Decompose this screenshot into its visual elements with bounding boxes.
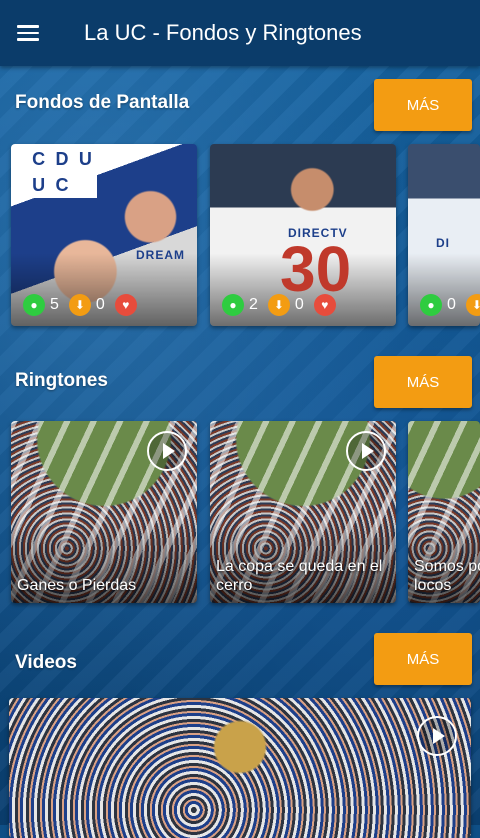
- video-card[interactable]: [9, 698, 471, 838]
- play-icon[interactable]: [147, 431, 187, 471]
- heart-icon[interactable]: ♥: [313, 294, 336, 316]
- wallpaper-stats: ● 0 ⬇: [420, 294, 480, 316]
- ringtone-title: La copa se queda en el cerro: [216, 558, 383, 594]
- wallpaper-card[interactable]: C D U U C DREAM ● 5 ⬇ 0 ♥: [11, 144, 197, 326]
- club-crest: C D U U C: [27, 146, 97, 198]
- videos-more-button[interactable]: MÁS: [374, 633, 472, 685]
- ringtone-card[interactable]: Somos pocos locos: [408, 421, 480, 603]
- ringtone-card[interactable]: Ganes o Pierdas: [11, 421, 197, 603]
- jersey-sponsor: DI: [436, 236, 450, 250]
- downloads-count: 0: [294, 296, 304, 313]
- download-icon[interactable]: ⬇: [267, 294, 290, 316]
- views-count: 5: [50, 296, 59, 313]
- app-bar: La UC - Fondos y Ringtones: [0, 0, 480, 66]
- ringtones-more-button[interactable]: MÁS: [374, 356, 472, 408]
- eye-icon: ●: [23, 294, 45, 316]
- jersey-sponsor: DREAM: [136, 248, 185, 262]
- wallpapers-section-title: Fondos de Pantalla: [15, 92, 190, 113]
- app-title: La UC - Fondos y Ringtones: [84, 20, 362, 45]
- heart-icon[interactable]: ♥: [114, 294, 137, 316]
- wallpaper-card[interactable]: DI ● 0 ⬇: [408, 144, 480, 326]
- ringtone-card[interactable]: La copa se queda en el cerro: [210, 421, 396, 603]
- play-icon[interactable]: [417, 716, 457, 756]
- ringtone-title: Ganes o Pierdas: [17, 577, 137, 594]
- hamburger-menu-icon[interactable]: [17, 25, 39, 41]
- wallpaper-card[interactable]: DIRECTV 30 ● 2 ⬇ 0 ♥: [210, 144, 396, 326]
- ringtone-title: Somos pocos locos: [414, 558, 480, 594]
- views-count: 2: [249, 296, 258, 313]
- ringtones-section-title: Ringtones: [15, 370, 108, 391]
- play-icon[interactable]: [346, 431, 386, 471]
- eye-icon: ●: [222, 294, 244, 316]
- wallpaper-stats: ● 2 ⬇ 0 ♥: [222, 294, 341, 316]
- download-icon[interactable]: ⬇: [68, 294, 91, 316]
- videos-section-title: Videos: [15, 652, 77, 673]
- eye-icon: ●: [420, 294, 442, 316]
- downloads-count: 0: [95, 296, 105, 313]
- wallpaper-stats: ● 5 ⬇ 0 ♥: [23, 294, 142, 316]
- views-count: 0: [447, 296, 456, 313]
- wallpapers-more-button[interactable]: MÁS: [374, 79, 472, 131]
- download-icon[interactable]: ⬇: [465, 294, 480, 316]
